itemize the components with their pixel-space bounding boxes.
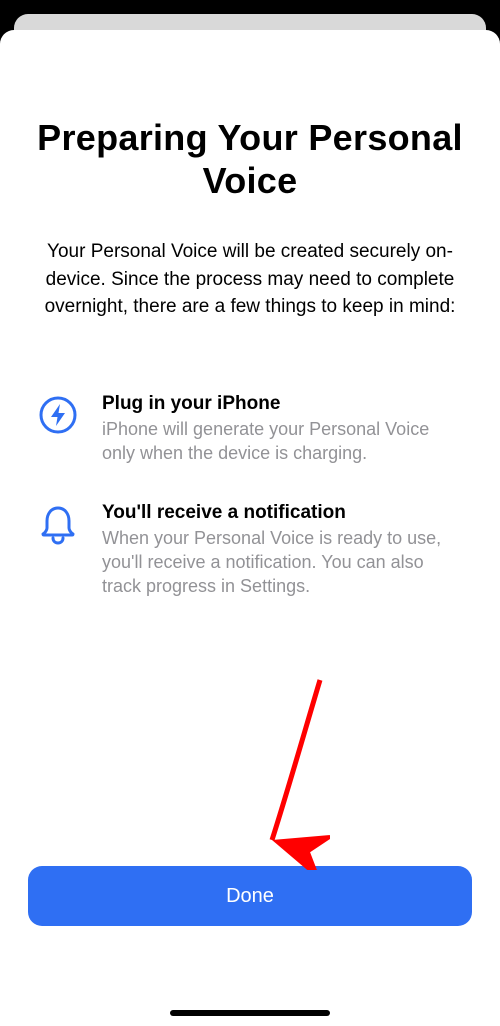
bell-icon (36, 502, 80, 546)
info-item-title: Plug in your iPhone (102, 393, 464, 415)
page-subtitle: Your Personal Voice will be created secu… (28, 238, 472, 321)
info-item-desc: iPhone will generate your Personal Voice… (102, 417, 464, 466)
info-item-desc: When your Personal Voice is ready to use… (102, 526, 464, 599)
modal-sheet: Preparing Your Personal Voice Your Perso… (0, 30, 500, 1026)
info-item-content: You'll receive a notification When your … (102, 502, 464, 599)
info-item-charging: Plug in your iPhone iPhone will generate… (28, 393, 472, 466)
home-indicator[interactable] (170, 1010, 330, 1016)
info-item-notification: You'll receive a notification When your … (28, 502, 472, 599)
lightning-icon (36, 393, 80, 435)
info-item-title: You'll receive a notification (102, 502, 464, 524)
info-item-content: Plug in your iPhone iPhone will generate… (102, 393, 464, 466)
done-button[interactable]: Done (28, 866, 472, 926)
page-title: Preparing Your Personal Voice (28, 116, 472, 202)
